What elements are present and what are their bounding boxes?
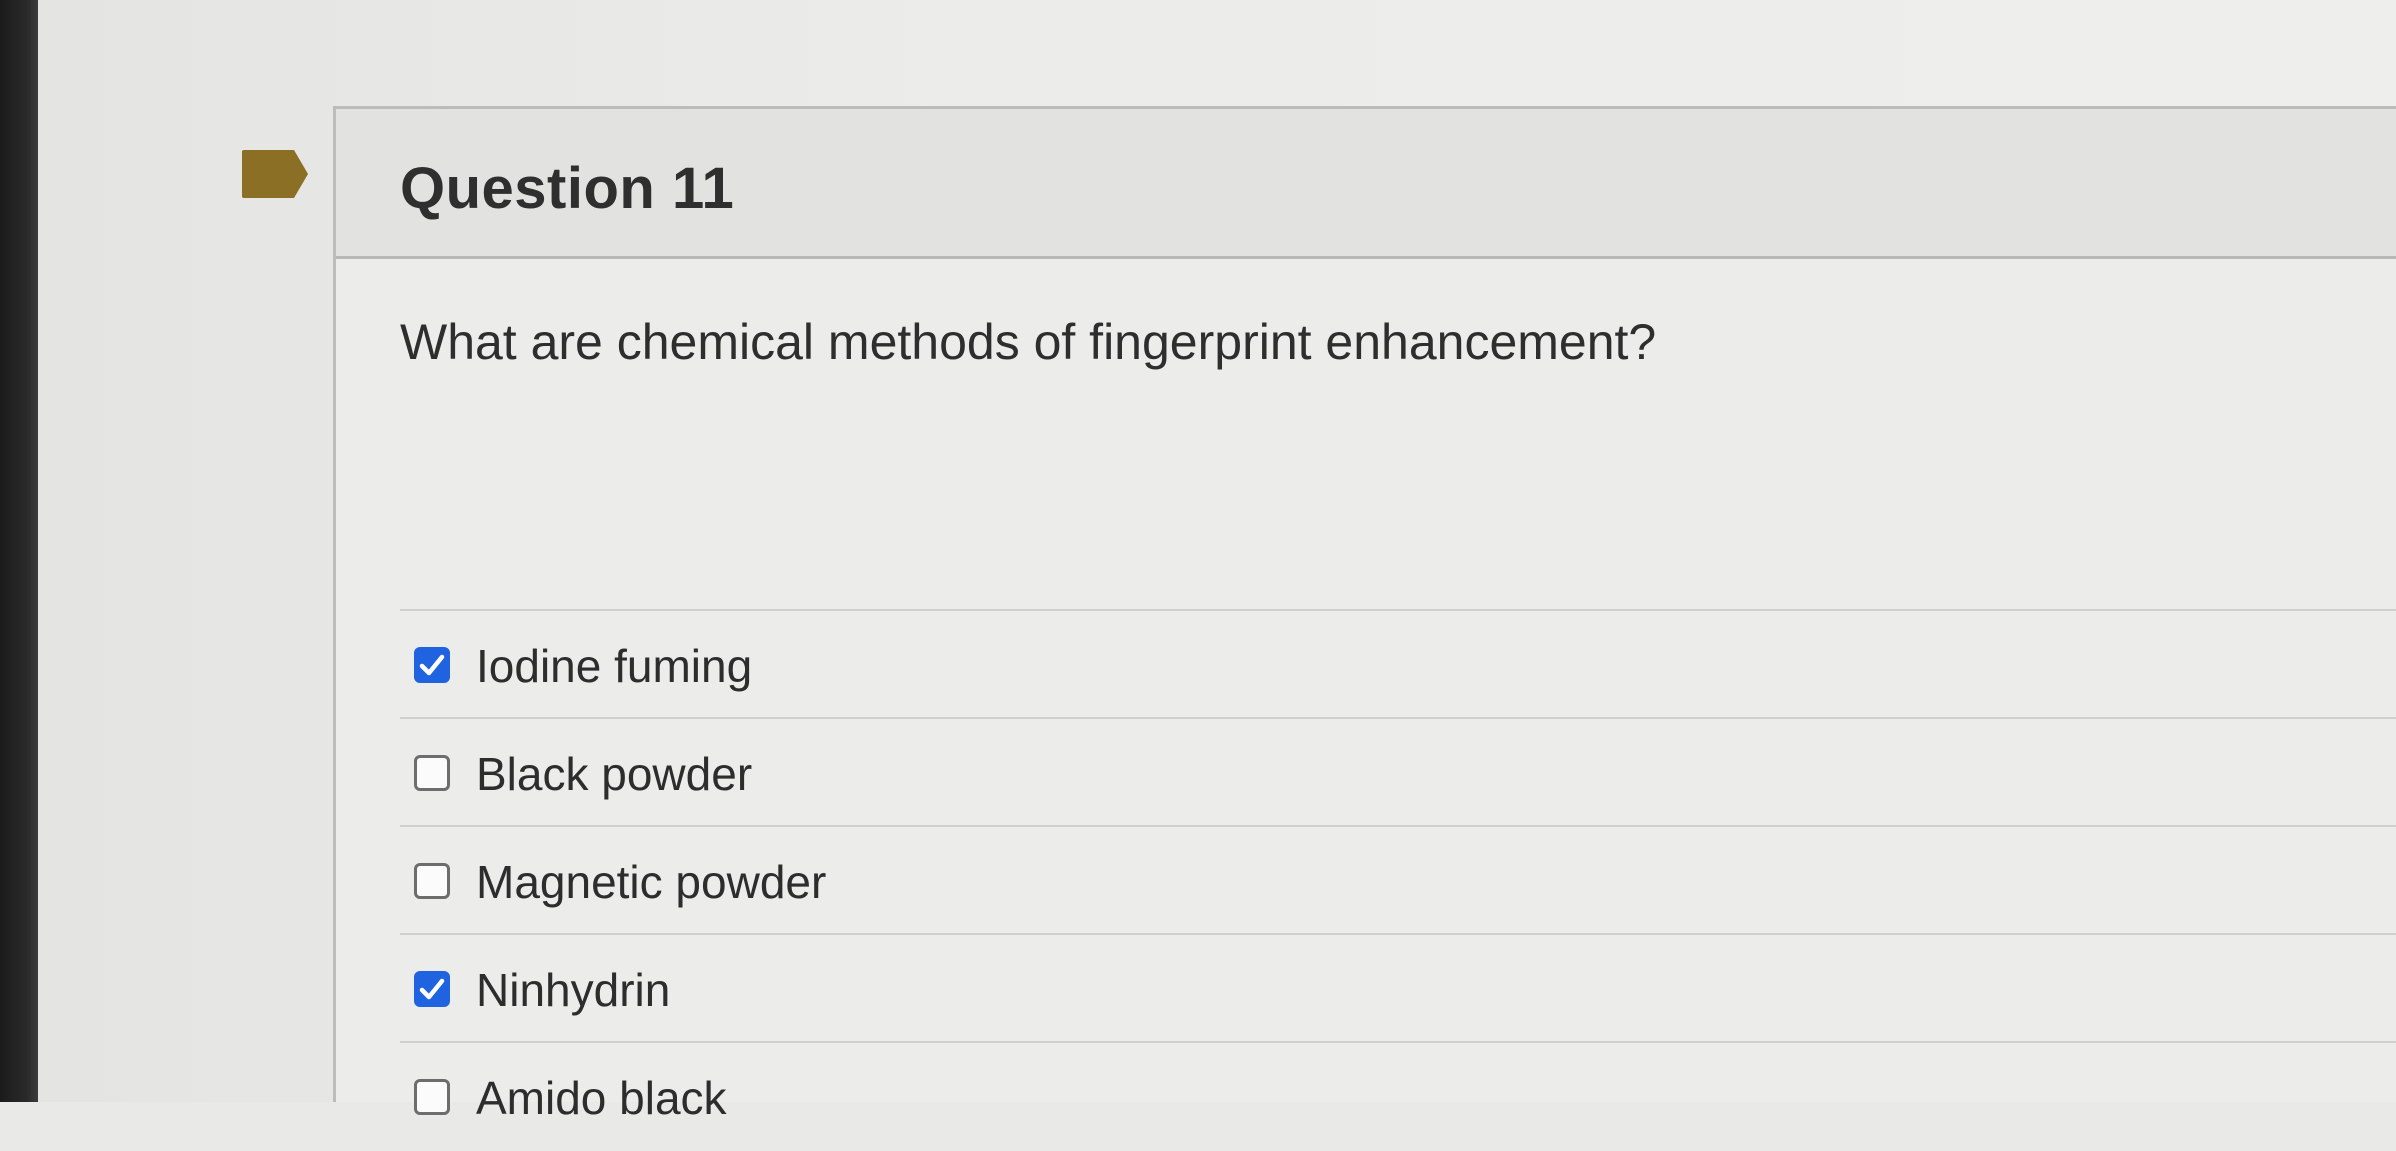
answer-options: Iodine fuming Black powder Magnetic powd…: [400, 609, 2396, 1151]
checkbox-checked[interactable]: [414, 647, 450, 683]
option-amido-black[interactable]: Amido black: [400, 1043, 2396, 1151]
question-prompt: What are chemical methods of fingerprint…: [400, 314, 1657, 370]
option-label: Black powder: [476, 748, 753, 800]
option-iodine-fuming[interactable]: Iodine fuming: [400, 611, 2396, 719]
question-card: Question 11 What are chemical methods of…: [333, 106, 2396, 1124]
option-label: Iodine fuming: [476, 640, 753, 692]
checkbox-unchecked[interactable]: [414, 755, 450, 791]
option-black-powder[interactable]: Black powder: [400, 719, 2396, 827]
question-title: Question 11: [400, 156, 735, 221]
option-label: Magnetic powder: [476, 856, 827, 908]
option-label: Amido black: [476, 1072, 727, 1124]
option-label: Ninhydrin: [476, 964, 671, 1016]
checkbox-unchecked[interactable]: [414, 1079, 450, 1115]
question-header: Question 11: [336, 109, 2396, 259]
checkmark-icon: [419, 654, 445, 676]
option-magnetic-powder[interactable]: Magnetic powder: [400, 827, 2396, 935]
checkmark-icon: [419, 978, 445, 1000]
screen-bezel: [0, 0, 38, 1102]
checkbox-unchecked[interactable]: [414, 863, 450, 899]
option-ninhydrin[interactable]: Ninhydrin: [400, 935, 2396, 1043]
flag-icon[interactable]: [240, 148, 310, 200]
checkbox-checked[interactable]: [414, 971, 450, 1007]
